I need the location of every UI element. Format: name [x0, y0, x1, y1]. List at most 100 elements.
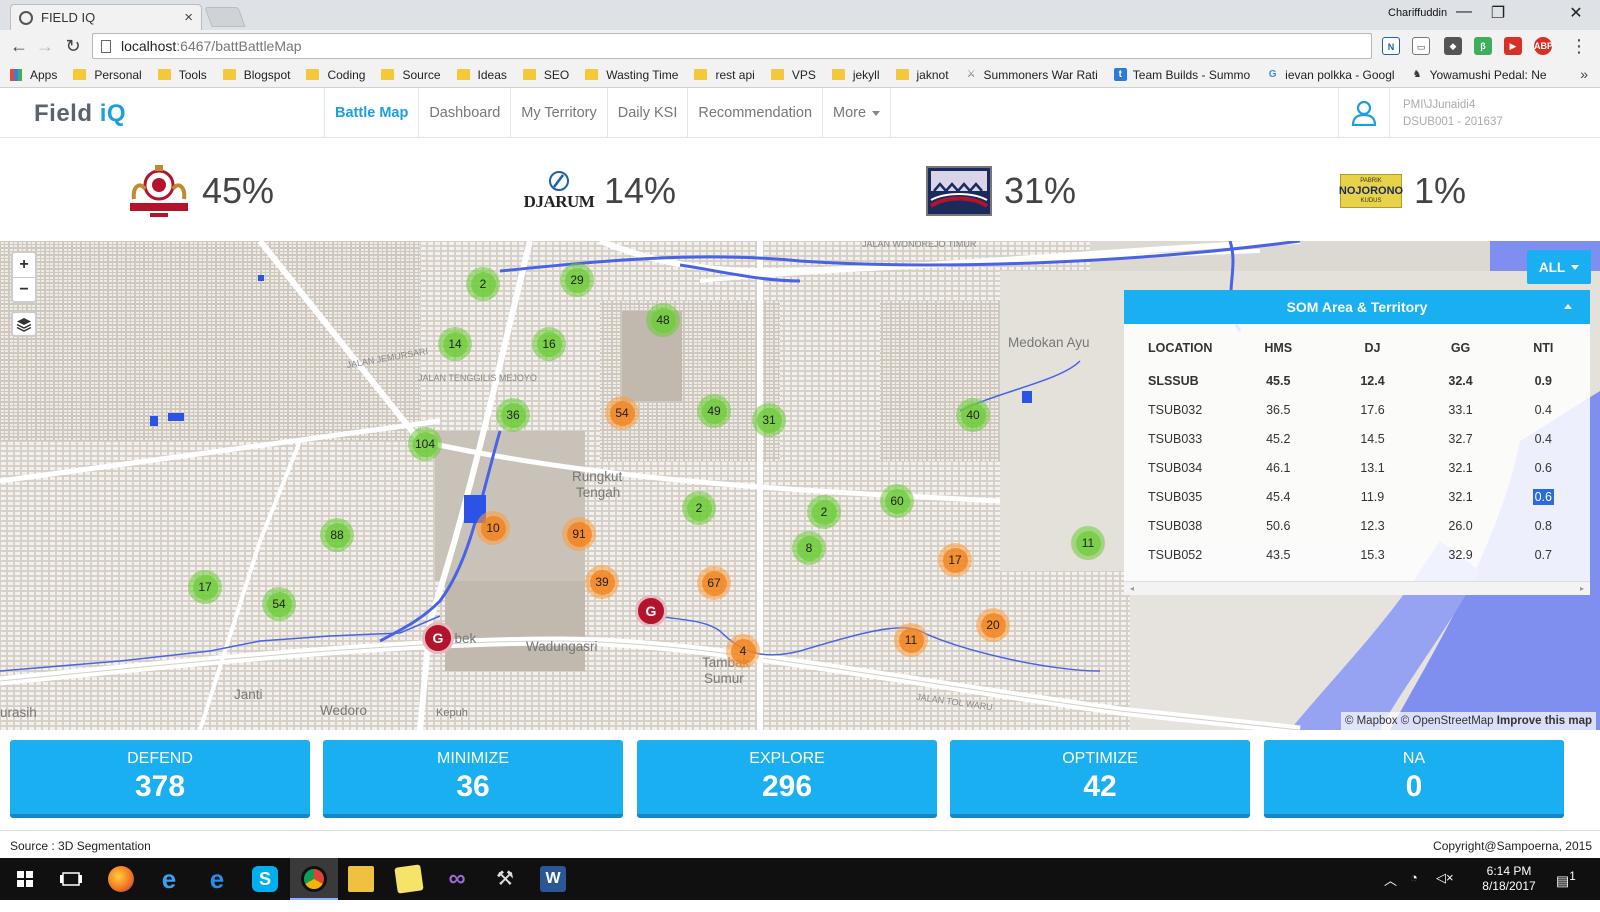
- adblock-extension-icon[interactable]: ABP: [1534, 37, 1553, 55]
- table-row[interactable]: TSUB034 46.1 13.1 32.1 0.6: [1124, 453, 1582, 482]
- outlet-marker[interactable]: G: [635, 595, 667, 627]
- task-view-icon[interactable]: [58, 866, 84, 892]
- map-cluster[interactable]: 4: [726, 634, 760, 668]
- tools-icon[interactable]: ⚒: [492, 866, 518, 892]
- internet-explorer-icon[interactable]: e: [156, 866, 182, 892]
- card-minimize[interactable]: MINIMIZE 36: [323, 740, 623, 818]
- bookmark-folder[interactable]: Ideas: [456, 68, 507, 82]
- wifi-icon[interactable]: ◔: [1410, 870, 1418, 912]
- nav-battle-map[interactable]: Battle Map: [324, 88, 418, 138]
- bookmark-folder[interactable]: Blogspot: [222, 68, 290, 82]
- zoom-in-button[interactable]: +: [13, 253, 35, 277]
- bookmark-folder[interactable]: Wasting Time: [585, 68, 678, 82]
- browser-tab[interactable]: FIELD IQ ×: [10, 4, 202, 30]
- action-center-icon[interactable]: ▤1: [1556, 870, 1576, 912]
- close-icon[interactable]: ✕: [1558, 3, 1594, 25]
- column-header[interactable]: NTI: [1505, 324, 1582, 366]
- table-row[interactable]: TSUB033 45.2 14.5 32.7 0.4: [1124, 424, 1582, 453]
- user-icon[interactable]: [1351, 100, 1377, 126]
- map-cluster[interactable]: 29: [560, 263, 594, 297]
- map-cluster[interactable]: 20: [976, 608, 1010, 642]
- map-cluster[interactable]: 11: [894, 623, 928, 657]
- nav-recommendation[interactable]: Recommendation: [687, 88, 822, 138]
- map-cluster[interactable]: 16: [532, 327, 566, 361]
- reload-icon[interactable]: ↻: [62, 36, 84, 56]
- nav-more[interactable]: More: [822, 88, 892, 138]
- page-info-icon[interactable]: [101, 39, 111, 53]
- nav-dashboard[interactable]: Dashboard: [418, 88, 510, 138]
- beta-extension-icon[interactable]: β: [1474, 37, 1492, 55]
- bookmark-page[interactable]: t Team Builds - Summo: [1113, 68, 1250, 82]
- bookmark-page[interactable]: ♞ Yowamushi Pedal: Ne: [1411, 68, 1547, 82]
- fieldiq-logo[interactable]: Field iQ: [34, 100, 126, 128]
- bookmark-apps[interactable]: Apps: [10, 68, 57, 82]
- bookmarks-overflow-icon[interactable]: »: [1580, 66, 1588, 82]
- visual-studio-icon[interactable]: ∞: [444, 866, 470, 892]
- improve-map-link[interactable]: Improve this map: [1497, 715, 1592, 727]
- map-cluster[interactable]: 2: [466, 267, 500, 301]
- bookmark-folder[interactable]: rest api: [694, 68, 755, 82]
- bookmark-page[interactable]: ⚔ Summoners War Rati: [965, 68, 1098, 82]
- map-cluster[interactable]: 60: [880, 484, 914, 518]
- table-row[interactable]: SLSSUB 45.5 12.4 32.4 0.9: [1124, 366, 1582, 395]
- column-header[interactable]: GG: [1417, 324, 1505, 366]
- table-row[interactable]: TSUB038 50.6 12.3 26.0 0.8: [1124, 511, 1582, 540]
- map-cluster[interactable]: 104: [408, 427, 442, 461]
- map-cluster[interactable]: 10: [476, 511, 510, 545]
- column-header[interactable]: LOCATION: [1124, 324, 1228, 366]
- map-cluster[interactable]: 31: [752, 403, 786, 437]
- bookmark-folder[interactable]: VPS: [770, 68, 816, 82]
- tray-expand-icon[interactable]: ︿: [1384, 870, 1397, 912]
- card-explore[interactable]: EXPLORE 296: [637, 740, 937, 818]
- bookmark-page[interactable]: Gievan polkka - Googl: [1266, 68, 1395, 82]
- battle-map[interactable]: Medokan Ayu Rungkut Tengah Wadungasri Ta…: [0, 241, 1600, 730]
- file-explorer-icon[interactable]: [348, 866, 374, 892]
- forward-icon[interactable]: →: [34, 36, 56, 56]
- map-cluster[interactable]: 8: [792, 531, 826, 565]
- edge-icon[interactable]: e: [204, 866, 230, 892]
- card-na[interactable]: NA 0: [1264, 740, 1564, 818]
- table-row[interactable]: TSUB052 43.5 15.3 32.9 0.7: [1124, 540, 1582, 569]
- scroll-right-icon[interactable]: ▸: [1580, 584, 1584, 593]
- map-cluster[interactable]: 17: [188, 570, 222, 604]
- horizontal-scrollbar[interactable]: ◂ ▸: [1124, 581, 1590, 595]
- column-header[interactable]: HMS: [1228, 324, 1328, 366]
- shield-extension-icon[interactable]: ◆: [1444, 37, 1462, 55]
- layers-button[interactable]: [11, 311, 37, 337]
- outlet-marker[interactable]: G: [422, 622, 454, 654]
- map-cluster[interactable]: 54: [262, 587, 296, 621]
- windows-start-icon[interactable]: [12, 866, 38, 892]
- onenote-extension-icon[interactable]: N: [1382, 37, 1400, 55]
- map-cluster[interactable]: 11: [1071, 526, 1105, 560]
- sticky-notes-icon[interactable]: [394, 864, 424, 894]
- filter-all-dropdown[interactable]: ALL: [1527, 250, 1591, 284]
- map-cluster[interactable]: 67: [697, 566, 731, 600]
- map-cluster[interactable]: 88: [320, 518, 354, 552]
- map-cluster[interactable]: 40: [956, 398, 990, 432]
- bookmark-folder[interactable]: Personal: [73, 68, 142, 82]
- skype-icon[interactable]: S: [252, 866, 278, 892]
- map-cluster[interactable]: 17: [938, 543, 972, 577]
- map-cluster[interactable]: 91: [562, 517, 596, 551]
- bookmark-folder[interactable]: Tools: [157, 68, 207, 82]
- map-cluster[interactable]: 49: [697, 394, 731, 428]
- bookmark-folder[interactable]: jaknot: [895, 68, 949, 82]
- word-icon[interactable]: W: [540, 866, 566, 892]
- bookmark-folder[interactable]: jekyll: [831, 68, 880, 82]
- cast-extension-icon[interactable]: ▭: [1412, 37, 1430, 55]
- zoom-out-button[interactable]: −: [13, 277, 35, 301]
- table-row[interactable]: TSUB032 36.5 17.6 33.1 0.4: [1124, 395, 1582, 424]
- tab-close-icon[interactable]: ×: [184, 9, 193, 26]
- selected-cell[interactable]: 0.6: [1532, 488, 1554, 505]
- menu-icon[interactable]: ⋮: [1568, 36, 1590, 56]
- chrome-icon[interactable]: [301, 866, 327, 892]
- map-cluster[interactable]: 36: [496, 398, 530, 432]
- taskbar-clock[interactable]: 6:14 PM 8/18/2017: [1474, 864, 1544, 894]
- browser-user[interactable]: Chariffuddin: [1388, 7, 1447, 19]
- card-defend[interactable]: DEFEND 378: [10, 740, 310, 818]
- som-panel-header[interactable]: SOM Area & Territory: [1124, 290, 1590, 324]
- card-optimize[interactable]: OPTIMIZE 42: [950, 740, 1250, 818]
- scroll-left-icon[interactable]: ◂: [1130, 584, 1134, 593]
- nav-my-territory[interactable]: My Territory: [510, 88, 606, 138]
- address-bar[interactable]: localhost:6467/battBattleMap: [92, 33, 1372, 59]
